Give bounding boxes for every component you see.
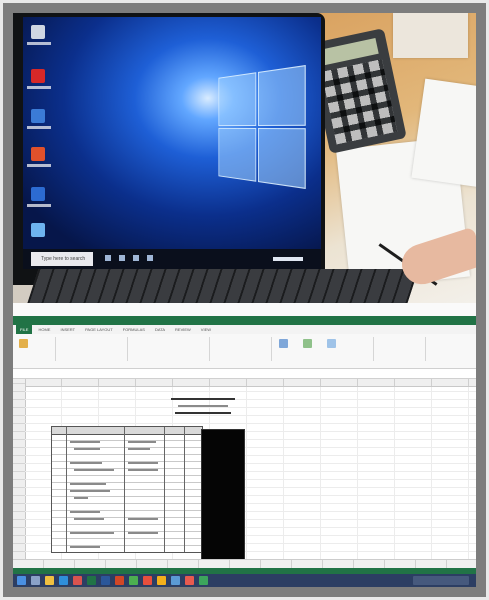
number-group: [211, 337, 272, 361]
windows-desktop: [23, 17, 321, 249]
styles-group: [273, 337, 374, 361]
taskbar-icon[interactable]: [157, 576, 166, 585]
tab-file[interactable]: FILE: [16, 325, 33, 334]
taskbar-icon[interactable]: [119, 255, 125, 261]
laptop-photo: Type here to search: [13, 13, 476, 303]
folder-icon[interactable]: [45, 576, 54, 585]
word-icon[interactable]: [101, 576, 110, 585]
ribbon-toolbar: [13, 334, 476, 369]
system-tray[interactable]: [273, 257, 303, 261]
tab-view[interactable]: VIEW: [197, 325, 215, 334]
taskbar-search-box[interactable]: Type here to search: [31, 252, 93, 266]
cells-group: [375, 337, 426, 361]
tab-page-layout[interactable]: PAGE LAYOUT: [81, 325, 117, 334]
taskbar-icon[interactable]: [185, 576, 194, 585]
taskbar-icon[interactable]: [171, 576, 180, 585]
taskbar-icon[interactable]: [115, 576, 124, 585]
tab-data[interactable]: DATA: [151, 325, 169, 334]
taskbar-icon[interactable]: [133, 255, 139, 261]
taskbar-icon[interactable]: [143, 576, 152, 585]
taskbar-icon[interactable]: [59, 576, 68, 585]
tab-review[interactable]: REVIEW: [171, 325, 195, 334]
windows-taskbar: Type here to search: [23, 249, 321, 269]
taskbar-icon[interactable]: [105, 255, 111, 261]
column-headers: [25, 379, 476, 387]
tab-formulas[interactable]: FORMULAS: [119, 325, 149, 334]
taskbar-icon[interactable]: [73, 576, 82, 585]
picture-frame: Type here to search FILE HOME INSERT PAG…: [3, 3, 486, 597]
laptop: Type here to search: [13, 13, 325, 285]
system-tray[interactable]: [413, 576, 469, 585]
formula-bar[interactable]: [13, 369, 476, 379]
windows-logo-icon: [218, 65, 308, 190]
frame-inner: Type here to search FILE HOME INSERT PAG…: [13, 13, 476, 587]
app-icon[interactable]: [31, 187, 45, 201]
conditional-formatting-icon[interactable]: [279, 339, 288, 348]
tab-home[interactable]: HOME: [34, 325, 54, 334]
table-header-row: [52, 427, 202, 435]
journal-table: [51, 426, 203, 553]
alignment-group: [129, 337, 210, 361]
recycle-bin-icon[interactable]: [31, 25, 45, 39]
clipboard-group: [15, 337, 56, 361]
search-placeholder: Type here to search: [41, 256, 86, 262]
paste-icon[interactable]: [19, 339, 28, 348]
editing-group: [427, 337, 473, 361]
format-as-table-icon[interactable]: [303, 339, 312, 348]
cell-styles-icon[interactable]: [327, 339, 336, 348]
tab-insert[interactable]: INSERT: [56, 325, 79, 334]
file-tray: [393, 13, 468, 58]
excel-screenshot: FILE HOME INSERT PAGE LAYOUT FORMULAS DA…: [13, 316, 476, 587]
excel-icon[interactable]: [87, 576, 96, 585]
app-icon[interactable]: [31, 109, 45, 123]
taskbar-icon[interactable]: [129, 576, 138, 585]
start-icon[interactable]: [17, 576, 26, 585]
excel-title-bar: [13, 316, 476, 325]
laptop-keyboard: [27, 269, 419, 303]
app-icon[interactable]: [31, 223, 45, 237]
taskbar-icon[interactable]: [31, 576, 40, 585]
windows-taskbar-screenshot: [13, 574, 476, 587]
ribbon-tabs: FILE HOME INSERT PAGE LAYOUT FORMULAS DA…: [13, 325, 476, 334]
redacted-amount-column: [201, 429, 245, 566]
app-icon[interactable]: [31, 147, 45, 161]
font-group: [57, 337, 128, 361]
app-icon[interactable]: [31, 69, 45, 83]
taskbar-icon[interactable]: [147, 255, 153, 261]
taskbar-icon[interactable]: [199, 576, 208, 585]
